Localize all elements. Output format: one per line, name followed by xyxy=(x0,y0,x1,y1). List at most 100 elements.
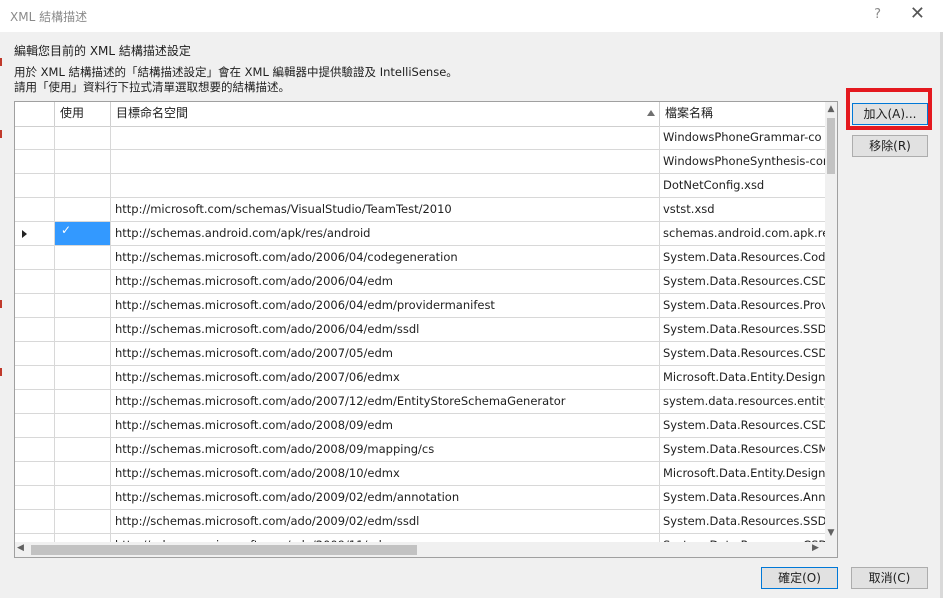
use-cell[interactable] xyxy=(55,414,111,437)
use-cell[interactable] xyxy=(55,198,111,221)
row-header-cell[interactable] xyxy=(15,486,55,509)
column-header-use[interactable]: 使用 xyxy=(55,102,111,126)
namespace-cell[interactable]: http://schemas.microsoft.com/ado/2007/12… xyxy=(111,390,660,413)
namespace-cell[interactable]: http://schemas.microsoft.com/ado/2008/09… xyxy=(111,414,660,437)
use-cell[interactable] xyxy=(55,294,111,317)
add-button[interactable]: 加入(A)... xyxy=(852,103,928,125)
close-button[interactable]: ✕ xyxy=(910,3,925,24)
row-header-cell[interactable] xyxy=(15,366,55,389)
table-row[interactable]: http://schemas.microsoft.com/ado/2008/09… xyxy=(15,438,825,462)
use-cell[interactable] xyxy=(55,486,111,509)
namespace-cell[interactable]: http://schemas.microsoft.com/ado/2006/04… xyxy=(111,294,660,317)
use-cell[interactable] xyxy=(55,318,111,341)
use-cell[interactable] xyxy=(55,270,111,293)
table-row[interactable]: ✓ http://schemas.android.com/apk/res/andr… xyxy=(15,222,825,246)
use-cell[interactable] xyxy=(55,126,111,149)
use-cell[interactable]: ✓ xyxy=(55,222,111,245)
file-name-cell[interactable]: System.Data.Resources.CSDL xyxy=(660,534,825,542)
row-header-cell[interactable] xyxy=(15,294,55,317)
table-row[interactable]: http://schemas.microsoft.com/ado/2006/04… xyxy=(15,270,825,294)
row-header-cell[interactable] xyxy=(15,198,55,221)
row-header-cell[interactable] xyxy=(15,414,55,437)
namespace-cell[interactable]: http://schemas.microsoft.com/ado/2009/02… xyxy=(111,510,660,533)
namespace-cell[interactable]: http://schemas.microsoft.com/ado/2007/05… xyxy=(111,342,660,365)
file-name-cell[interactable]: System.Data.Resources.CSDL xyxy=(660,270,825,293)
table-row[interactable]: http://microsoft.com/schemas/VisualStudi… xyxy=(15,198,825,222)
namespace-cell[interactable]: http://schemas.microsoft.com/ado/2009/11… xyxy=(111,534,660,542)
vertical-scroll-thumb[interactable] xyxy=(827,118,835,174)
namespace-cell[interactable] xyxy=(111,174,660,197)
table-row[interactable]: http://schemas.microsoft.com/ado/2006/04… xyxy=(15,246,825,270)
namespace-cell[interactable]: http://schemas.microsoft.com/ado/2006/04… xyxy=(111,270,660,293)
table-row[interactable]: http://schemas.microsoft.com/ado/2008/10… xyxy=(15,462,825,486)
namespace-cell[interactable]: http://schemas.microsoft.com/ado/2006/04… xyxy=(111,318,660,341)
row-header-cell[interactable] xyxy=(15,270,55,293)
cancel-button[interactable]: 取消(C) xyxy=(851,567,928,589)
use-cell[interactable] xyxy=(55,462,111,485)
use-cell[interactable] xyxy=(55,246,111,269)
file-name-cell[interactable]: System.Data.Resources.SSDL xyxy=(660,318,825,341)
file-name-cell[interactable]: Microsoft.Data.Entity.Design xyxy=(660,366,825,389)
namespace-cell[interactable]: http://schemas.microsoft.com/ado/2007/06… xyxy=(111,366,660,389)
row-header-cell[interactable] xyxy=(15,390,55,413)
use-cell[interactable] xyxy=(55,390,111,413)
table-row[interactable]: http://schemas.microsoft.com/ado/2007/12… xyxy=(15,390,825,414)
row-header-cell[interactable] xyxy=(15,438,55,461)
use-cell[interactable] xyxy=(55,342,111,365)
namespace-cell[interactable] xyxy=(111,126,660,149)
schema-grid[interactable]: 使用 目標命名空間 檔案名稱 WindowsPhoneGrammar-co Win… xyxy=(14,101,838,558)
file-name-cell[interactable]: System.Data.Resources.SSDL xyxy=(660,510,825,533)
row-header-cell[interactable] xyxy=(15,342,55,365)
table-row[interactable]: http://schemas.microsoft.com/ado/2007/05… xyxy=(15,342,825,366)
table-row[interactable]: http://schemas.microsoft.com/ado/2006/04… xyxy=(15,294,825,318)
table-row[interactable]: http://schemas.microsoft.com/ado/2006/04… xyxy=(15,318,825,342)
table-row[interactable]: http://schemas.microsoft.com/ado/2009/02… xyxy=(15,486,825,510)
file-name-cell[interactable]: schemas.android.com.apk.re xyxy=(660,222,825,245)
row-header-cell[interactable] xyxy=(15,150,55,173)
file-name-cell[interactable]: System.Data.Resources.CSM xyxy=(660,438,825,461)
namespace-cell[interactable]: http://schemas.microsoft.com/ado/2009/02… xyxy=(111,486,660,509)
file-name-cell[interactable]: system.data.resources.entitys xyxy=(660,390,825,413)
namespace-cell[interactable]: http://schemas.microsoft.com/ado/2008/10… xyxy=(111,462,660,485)
scroll-up-icon[interactable]: ▲ xyxy=(825,102,837,116)
file-name-cell[interactable]: Microsoft.Data.Entity.Design xyxy=(660,462,825,485)
scroll-right-icon[interactable]: ▶ xyxy=(812,543,819,553)
table-row[interactable]: DotNetConfig.xsd xyxy=(15,174,825,198)
row-header-cell[interactable] xyxy=(15,174,55,197)
column-header-target-namespace[interactable]: 目標命名空間 xyxy=(111,102,660,126)
ok-button[interactable]: 確定(O) xyxy=(761,567,838,589)
scroll-left-icon[interactable]: ◀ xyxy=(17,543,24,553)
file-name-cell[interactable]: System.Data.Resources.CSDL xyxy=(660,342,825,365)
file-name-cell[interactable]: System.Data.Resources.CSDL xyxy=(660,414,825,437)
row-header-cell[interactable] xyxy=(15,246,55,269)
file-name-cell[interactable]: WindowsPhoneGrammar-co xyxy=(660,126,825,149)
row-header-cell[interactable] xyxy=(15,534,55,542)
remove-button[interactable]: 移除(R) xyxy=(852,135,928,157)
vertical-scrollbar[interactable]: ▲ ▼ xyxy=(825,102,837,542)
file-name-cell[interactable]: System.Data.Resources.Anno xyxy=(660,486,825,509)
use-cell[interactable] xyxy=(55,174,111,197)
row-header-cell[interactable] xyxy=(15,318,55,341)
help-button[interactable]: ? xyxy=(874,7,881,22)
file-name-cell[interactable]: System.Data.Resources.Code xyxy=(660,246,825,269)
row-header-cell[interactable] xyxy=(15,510,55,533)
namespace-cell[interactable]: http://microsoft.com/schemas/VisualStudi… xyxy=(111,198,660,221)
table-row[interactable]: http://schemas.microsoft.com/ado/2009/11… xyxy=(15,534,825,542)
namespace-cell[interactable]: http://schemas.microsoft.com/ado/2008/09… xyxy=(111,438,660,461)
table-row[interactable]: http://schemas.microsoft.com/ado/2009/02… xyxy=(15,510,825,534)
namespace-cell[interactable]: http://schemas.android.com/apk/res/andro… xyxy=(111,222,660,245)
row-header-cell[interactable] xyxy=(15,462,55,485)
horizontal-scroll-thumb[interactable] xyxy=(31,545,417,555)
namespace-cell[interactable]: http://schemas.microsoft.com/ado/2006/04… xyxy=(111,246,660,269)
use-cell[interactable] xyxy=(55,438,111,461)
row-header-cell[interactable] xyxy=(15,222,55,245)
file-name-cell[interactable]: DotNetConfig.xsd xyxy=(660,174,825,197)
file-name-cell[interactable]: System.Data.Resources.Provi xyxy=(660,294,825,317)
file-name-cell[interactable]: WindowsPhoneSynthesis-cor xyxy=(660,150,825,173)
column-header-file-name[interactable]: 檔案名稱 xyxy=(660,102,825,126)
table-row[interactable]: WindowsPhoneGrammar-co xyxy=(15,126,825,150)
table-row[interactable]: WindowsPhoneSynthesis-cor xyxy=(15,150,825,174)
table-row[interactable]: http://schemas.microsoft.com/ado/2008/09… xyxy=(15,414,825,438)
use-cell[interactable] xyxy=(55,534,111,542)
namespace-cell[interactable] xyxy=(111,150,660,173)
